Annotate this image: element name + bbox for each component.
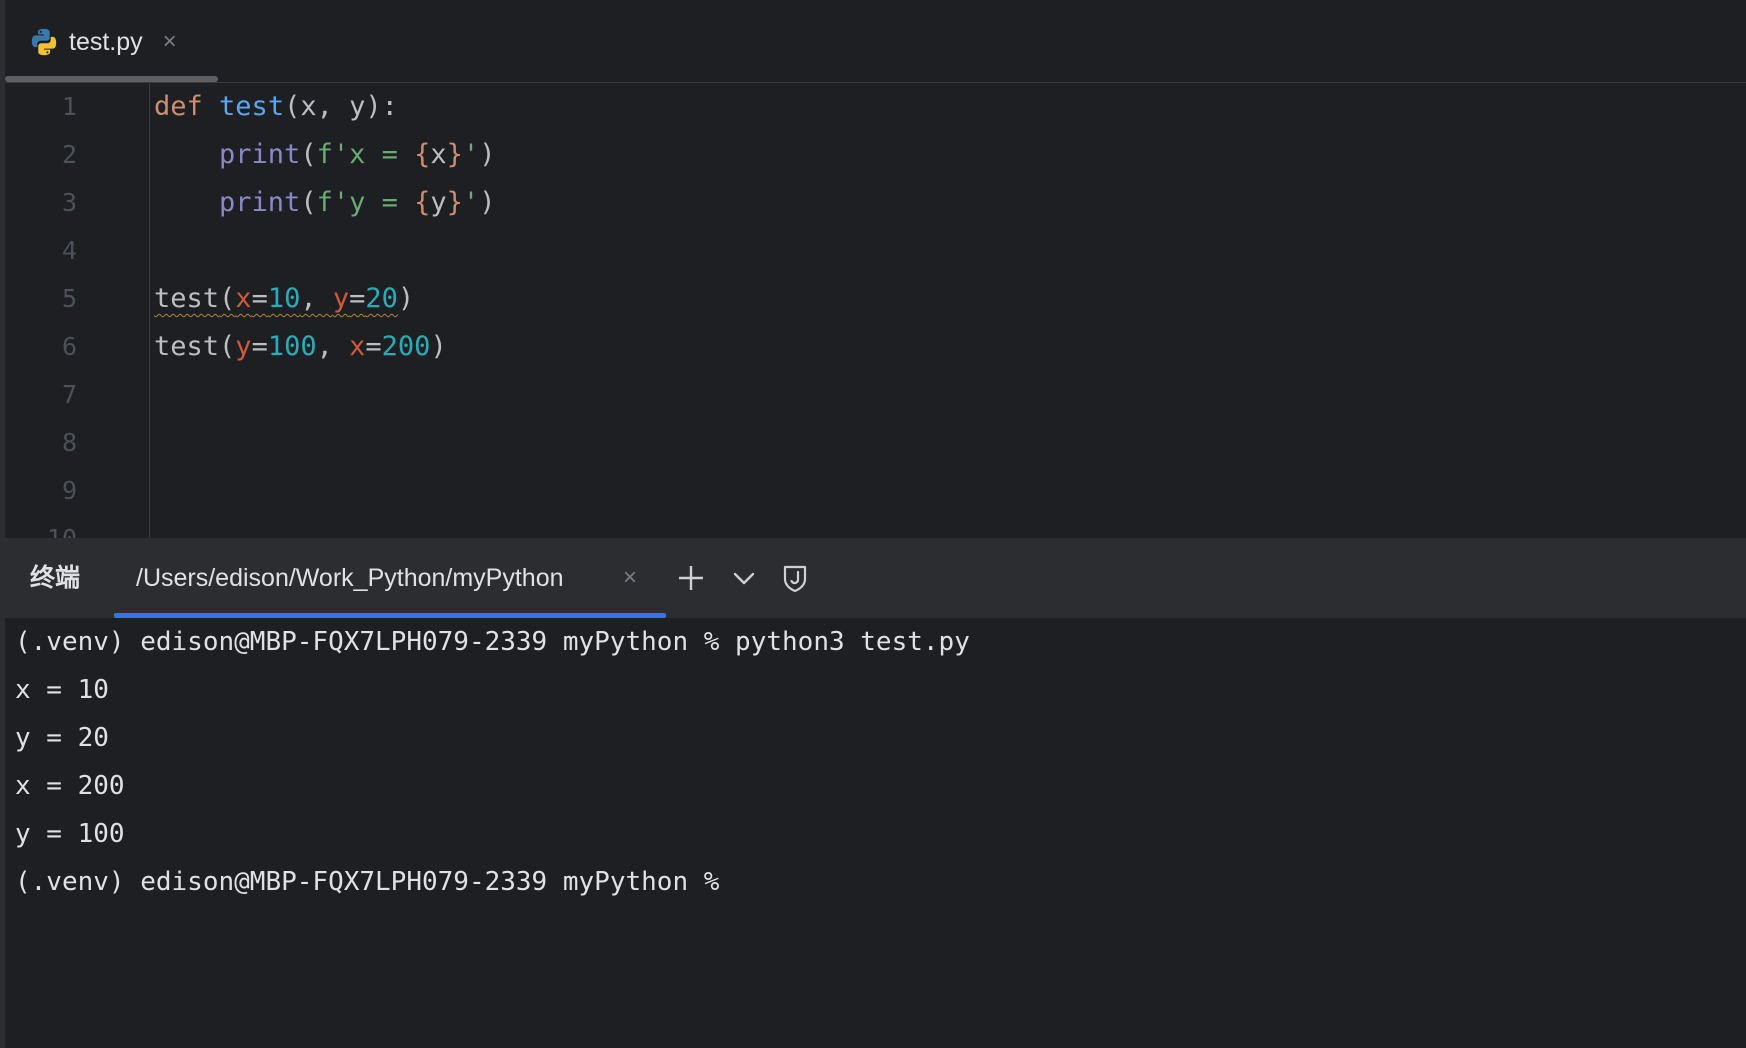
paren: (	[300, 139, 317, 170]
line-number: 3	[61, 188, 77, 217]
equals: =	[365, 331, 382, 362]
fstring-end: '	[462, 187, 480, 218]
terminal-line: y = 20	[15, 723, 109, 753]
paren: )	[430, 331, 447, 362]
fstring-start: f'y =	[316, 187, 415, 218]
kwarg-name: y	[332, 283, 350, 314]
equals: =	[349, 283, 366, 314]
line-number: 10	[5, 515, 77, 538]
code-line-5: test(x=10, y=20)	[154, 275, 414, 323]
terminal-line: x = 200	[15, 771, 125, 801]
brace-open: {	[414, 187, 431, 218]
line-number: 6	[61, 332, 77, 361]
builtin-print: print	[219, 139, 301, 170]
call-name: test	[154, 331, 220, 362]
shield-icon[interactable]	[777, 560, 813, 596]
brace-close: }	[446, 187, 463, 218]
line-number: 9	[61, 476, 77, 505]
number-literal: 10	[267, 283, 301, 314]
line-number: 2	[61, 140, 77, 169]
brace-close: }	[446, 139, 463, 170]
terminal-line: y = 100	[15, 819, 125, 849]
function-name: test	[219, 91, 285, 122]
warning-squiggle: test(x=10, y=20	[154, 283, 398, 314]
editor-tab-bar: test.py ×	[5, 0, 1746, 83]
editor-tab-close-icon[interactable]: ×	[163, 30, 177, 54]
chevron-down-icon[interactable]	[726, 560, 762, 596]
number-literal: 100	[267, 331, 317, 362]
call-name: test	[154, 283, 220, 314]
kwarg-name: y	[235, 331, 252, 362]
terminal-tab-close-icon[interactable]: ×	[623, 538, 637, 618]
comma: ,	[300, 283, 333, 314]
fstring-var: y	[430, 187, 447, 218]
plus-icon[interactable]	[673, 560, 709, 596]
terminal-tab[interactable]: /Users/edison/Work_Python/myPython	[136, 538, 564, 618]
code-line-1: def test(x, y):	[154, 83, 398, 131]
terminal-line: (.venv) edison@MBP-FQX7LPH079-2339 myPyt…	[15, 627, 970, 657]
code-line-3: print(f'y = {y}')	[154, 179, 495, 227]
line-number: 1	[61, 92, 77, 121]
python-file-icon	[31, 28, 57, 56]
code-editor[interactable]: 1 2 3 4 5 6 7 8 9 10 def test(x, y): pri…	[5, 83, 1746, 538]
parameters: (x, y):	[284, 91, 398, 122]
paren: )	[479, 187, 496, 218]
kwarg-name: x	[349, 331, 366, 362]
line-number: 5	[61, 284, 77, 313]
code-line-2: print(f'x = {x}')	[154, 131, 495, 179]
paren: (	[219, 331, 236, 362]
paren: (	[300, 187, 317, 218]
number-literal: 200	[381, 331, 431, 362]
line-number: 4	[61, 236, 77, 265]
terminal-header: 终端 /Users/edison/Work_Python/myPython ×	[5, 538, 1746, 618]
equals: =	[251, 331, 268, 362]
brace-open: {	[414, 139, 431, 170]
comma: ,	[316, 331, 350, 362]
equals: =	[251, 283, 268, 314]
paren: (	[219, 283, 236, 314]
paren: )	[397, 283, 415, 314]
number-literal: 20	[365, 283, 398, 314]
terminal-title: 终端	[30, 564, 81, 592]
line-number: 8	[61, 428, 77, 457]
line-number: 7	[61, 380, 77, 409]
editor-tab-scroll-indicator	[5, 76, 218, 82]
fstring-end: '	[462, 139, 480, 170]
ide-window: test.py × 1 2 3 4 5 6 7 8 9 10 def test(…	[0, 0, 1746, 1048]
code-line-6: test(y=100, x=200)	[154, 323, 447, 371]
paren: )	[479, 139, 496, 170]
terminal-output[interactable]: (.venv) edison@MBP-FQX7LPH079-2339 myPyt…	[5, 618, 1746, 1048]
terminal-prompt: (.venv) edison@MBP-FQX7LPH079-2339 myPyt…	[15, 867, 720, 897]
terminal-line: x = 10	[15, 675, 109, 705]
editor-tab-test-py[interactable]: test.py ×	[29, 18, 177, 66]
fstring-start: f'x =	[316, 139, 415, 170]
keyword-def: def	[154, 91, 203, 122]
fstring-var: x	[430, 139, 447, 170]
kwarg-name: x	[235, 283, 252, 314]
line-number-gutter: 1 2 3 4 5 6 7 8 9 10	[5, 83, 150, 538]
editor-tab-label: test.py	[69, 27, 143, 56]
builtin-print: print	[219, 187, 301, 218]
